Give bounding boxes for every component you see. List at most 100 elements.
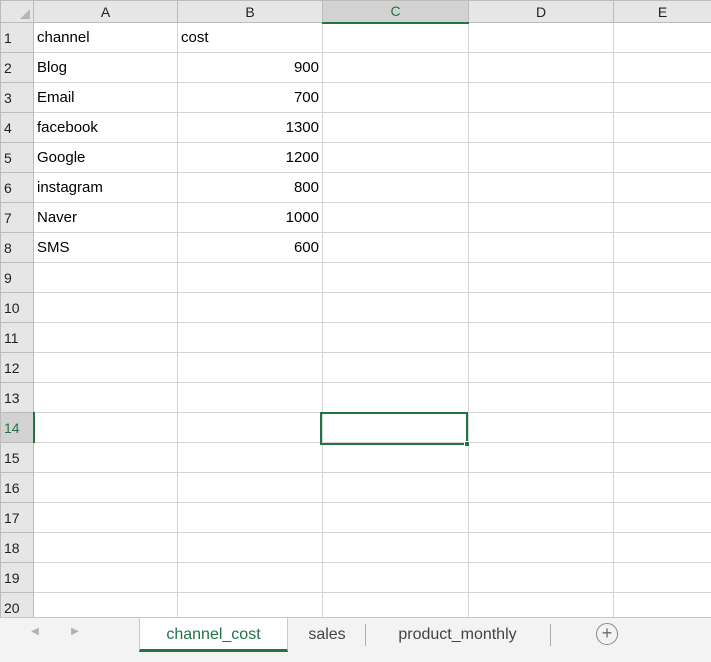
row-header[interactable]: 5 <box>0 142 34 173</box>
cell-a[interactable] <box>33 502 178 533</box>
cell-a[interactable] <box>33 562 178 593</box>
cell-b[interactable]: 1200 <box>177 142 323 173</box>
row-header[interactable]: 8 <box>0 232 34 263</box>
cell-e[interactable] <box>613 232 711 263</box>
cell-b[interactable] <box>177 532 323 563</box>
cell-a[interactable]: Email <box>33 82 178 113</box>
cell-c[interactable] <box>322 172 469 203</box>
cell-e[interactable] <box>613 262 711 293</box>
cell-d[interactable] <box>468 82 614 113</box>
cell-c[interactable] <box>322 382 469 413</box>
cell-d[interactable] <box>468 232 614 263</box>
cell-a[interactable]: Naver <box>33 202 178 233</box>
cell-e[interactable] <box>613 502 711 533</box>
cell-c[interactable] <box>322 412 469 443</box>
cell-c[interactable] <box>322 352 469 383</box>
cell-b[interactable] <box>177 442 323 473</box>
cell-b[interactable]: 800 <box>177 172 323 203</box>
cell-a[interactable]: SMS <box>33 232 178 263</box>
cell-d[interactable] <box>468 382 614 413</box>
cell-b[interactable] <box>177 382 323 413</box>
row-header[interactable]: 14 <box>0 412 35 443</box>
cell-b[interactable]: 1300 <box>177 112 323 143</box>
cell-c[interactable] <box>322 532 469 563</box>
row-header[interactable]: 12 <box>0 352 34 383</box>
cell-d[interactable] <box>468 142 614 173</box>
cell-e[interactable] <box>613 472 711 503</box>
cell-e[interactable] <box>613 142 711 173</box>
cell-e[interactable] <box>613 52 711 83</box>
cell-e[interactable] <box>613 352 711 383</box>
cell-a[interactable]: Blog <box>33 52 178 83</box>
column-header-a[interactable]: A <box>33 0 178 23</box>
select-all-corner[interactable] <box>0 0 34 23</box>
cell-a[interactable] <box>33 352 178 383</box>
cell-a[interactable] <box>33 532 178 563</box>
cell-a[interactable]: facebook <box>33 112 178 143</box>
cell-a[interactable] <box>33 382 178 413</box>
cell-d[interactable] <box>468 292 614 323</box>
cell-c[interactable] <box>322 262 469 293</box>
cell-c[interactable] <box>322 232 469 263</box>
cell-b[interactable]: 600 <box>177 232 323 263</box>
cell-e[interactable] <box>613 592 711 617</box>
cell-b[interactable] <box>177 322 323 353</box>
cell-a[interactable] <box>33 322 178 353</box>
cell-e[interactable] <box>613 412 711 443</box>
cell-e[interactable] <box>613 322 711 353</box>
row-header[interactable]: 13 <box>0 382 34 413</box>
cell-b[interactable]: 900 <box>177 52 323 83</box>
cell-e[interactable] <box>613 202 711 233</box>
cell-b[interactable]: cost <box>177 22 323 53</box>
cell-d[interactable] <box>468 442 614 473</box>
row-header[interactable]: 17 <box>0 502 34 533</box>
cell-d[interactable] <box>468 532 614 563</box>
cell-d[interactable] <box>468 592 614 617</box>
column-header-e[interactable]: E <box>613 0 711 23</box>
sheet-tab-sales[interactable]: sales <box>292 618 362 652</box>
cell-d[interactable] <box>468 22 614 53</box>
cell-c[interactable] <box>322 562 469 593</box>
cell-c[interactable] <box>322 52 469 83</box>
cell-c[interactable] <box>322 22 469 53</box>
column-header-d[interactable]: D <box>468 0 614 23</box>
cell-c[interactable] <box>322 322 469 353</box>
cell-a[interactable] <box>33 262 178 293</box>
cell-b[interactable] <box>177 472 323 503</box>
cell-e[interactable] <box>613 22 711 53</box>
cell-c[interactable] <box>322 82 469 113</box>
cell-e[interactable] <box>613 532 711 563</box>
cell-a[interactable]: channel <box>33 22 178 53</box>
cell-c[interactable] <box>322 502 469 533</box>
row-header[interactable]: 2 <box>0 52 34 83</box>
cell-e[interactable] <box>613 82 711 113</box>
row-header[interactable]: 20 <box>0 592 34 617</box>
row-header[interactable]: 6 <box>0 172 34 203</box>
cell-e[interactable] <box>613 292 711 323</box>
cell-e[interactable] <box>613 382 711 413</box>
cell-b[interactable] <box>177 592 323 617</box>
cell-a[interactable] <box>33 472 178 503</box>
row-header[interactable]: 18 <box>0 532 34 563</box>
cell-a[interactable]: Google <box>33 142 178 173</box>
cell-a[interactable]: instagram <box>33 172 178 203</box>
cell-a[interactable] <box>33 442 178 473</box>
row-header[interactable]: 7 <box>0 202 34 233</box>
row-header[interactable]: 15 <box>0 442 34 473</box>
cell-b[interactable] <box>177 562 323 593</box>
cell-b[interactable] <box>177 502 323 533</box>
cell-b[interactable] <box>177 352 323 383</box>
cell-d[interactable] <box>468 472 614 503</box>
row-header[interactable]: 1 <box>0 22 34 53</box>
cell-d[interactable] <box>468 352 614 383</box>
cell-e[interactable] <box>613 562 711 593</box>
cell-c[interactable] <box>322 202 469 233</box>
cell-c[interactable] <box>322 592 469 617</box>
sheet-tab-channel-cost[interactable]: channel_cost <box>139 618 288 652</box>
cell-d[interactable] <box>468 202 614 233</box>
sheet-tab-product-monthly[interactable]: product_monthly <box>370 618 545 652</box>
cell-b[interactable] <box>177 412 323 443</box>
cell-c[interactable] <box>322 292 469 323</box>
cell-b[interactable]: 700 <box>177 82 323 113</box>
cell-d[interactable] <box>468 322 614 353</box>
